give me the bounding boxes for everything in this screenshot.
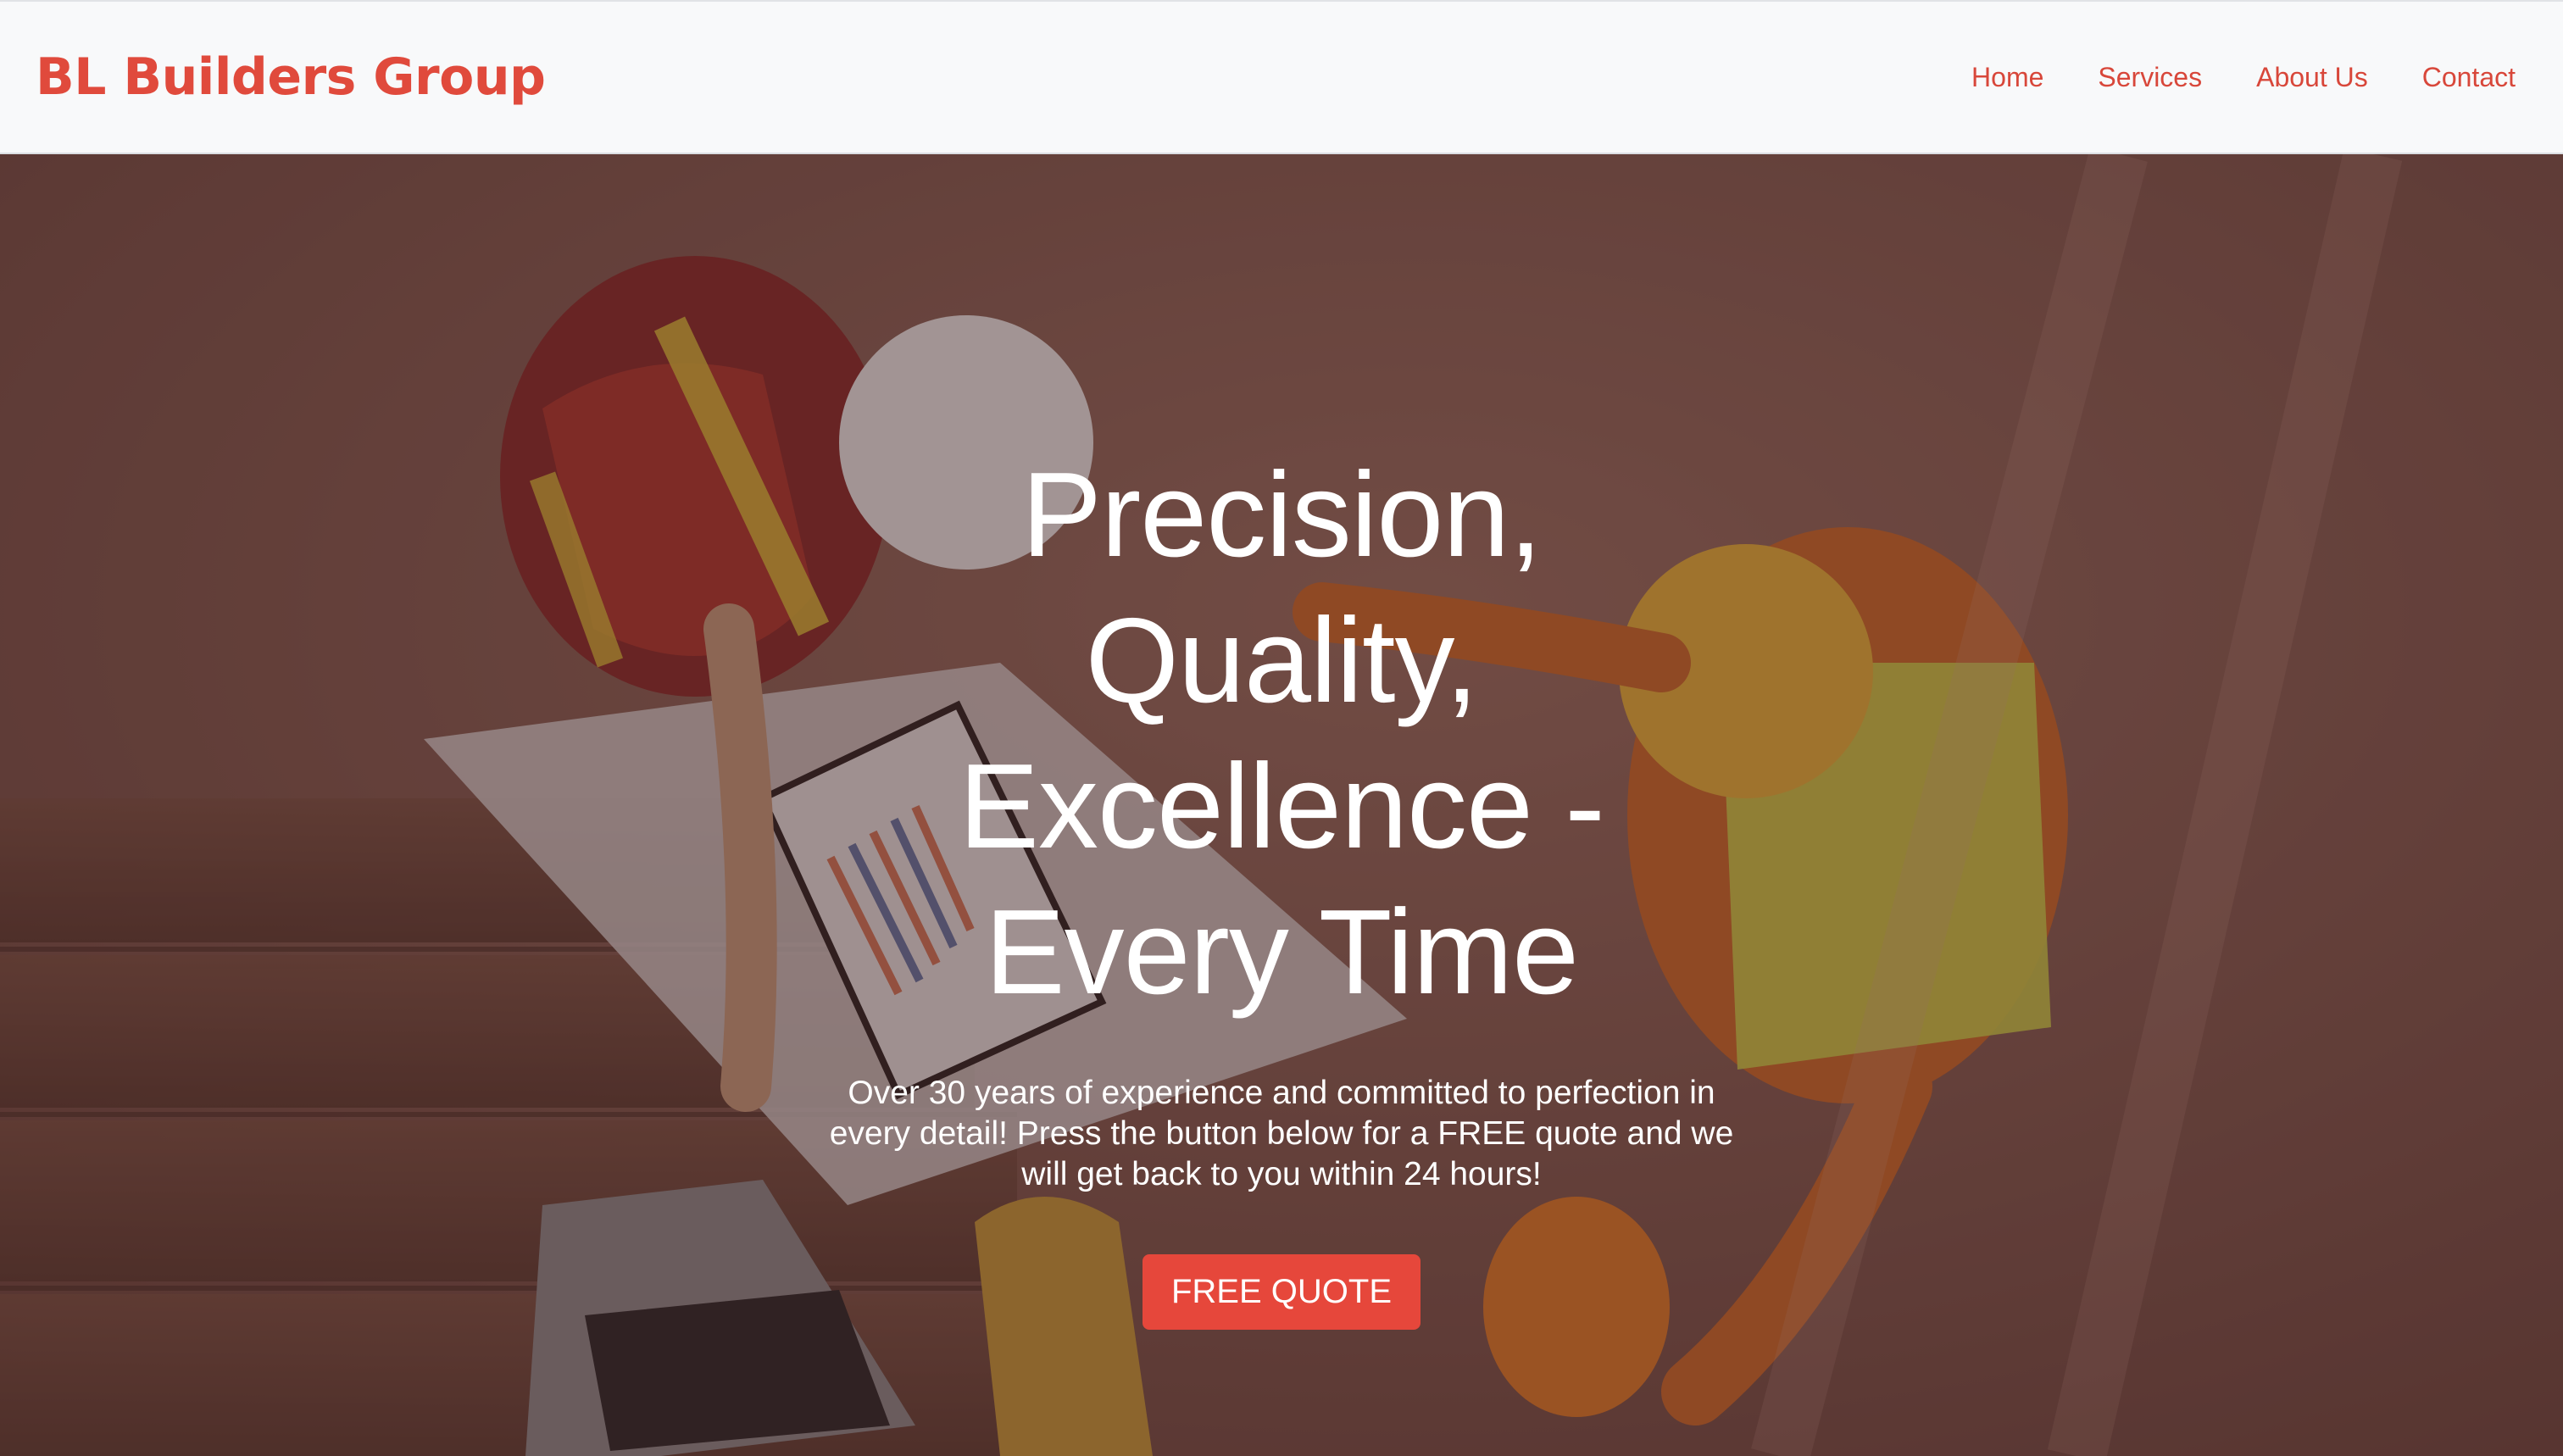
hero-section: Precision, Quality, Excellence - Every T… [0,154,2563,1456]
nav-link-contact[interactable]: Contact [2422,62,2516,93]
brand-logo-text[interactable]: BL Builders Group [36,47,546,107]
hero-title: Precision, Quality, Excellence - Every T… [959,447,1604,1020]
nav-link-about-us[interactable]: About Us [2256,62,2368,93]
free-quote-button[interactable]: FREE QUOTE [1142,1254,1421,1330]
hero-subtitle: Over 30 years of experience and committe… [829,1075,1734,1192]
nav-links: Home Services About Us Contact [1971,62,2516,93]
nav-link-home[interactable]: Home [1971,62,2043,93]
hero-content: Precision, Quality, Excellence - Every T… [0,442,2563,1330]
nav-link-services[interactable]: Services [2098,62,2202,93]
site-navbar: BL Builders Group Home Services About Us… [0,0,2563,154]
